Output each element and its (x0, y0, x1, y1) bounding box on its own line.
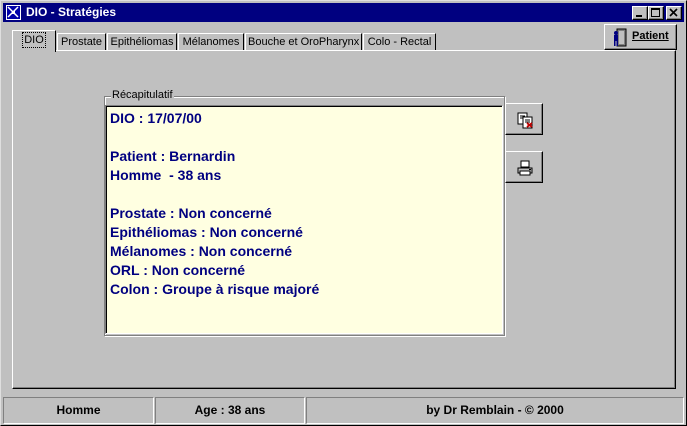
tab-label: Bouche et OroPharynx (248, 36, 360, 48)
summary-line: Mélanomes : Non concerné (110, 243, 293, 259)
summary-line: ORL : Non concerné (110, 262, 246, 278)
summary-line: Patient : Bernardin (110, 148, 236, 164)
tab-label: Colo - Rectal (367, 36, 432, 48)
summary-line: Epithéliomas : Non concerné (110, 224, 303, 240)
patient-button-label: Patient (632, 30, 669, 42)
patient-button[interactable]: Patient (604, 24, 677, 50)
summary-line: Colon : Groupe à risque majoré (110, 281, 320, 297)
title-bar[interactable]: DIO - Stratégies (3, 3, 684, 22)
patient-door-icon (614, 28, 627, 47)
summary-memo[interactable]: DIO : 17/07/00 Patient : Bernardin Homme… (105, 105, 503, 334)
print-button[interactable] (505, 151, 543, 183)
close-icon (669, 8, 678, 17)
main-window: DIO - Stratégies DIO Prostate Epithéliom… (0, 0, 687, 426)
status-sex: Homme (3, 397, 154, 424)
tab-label: Prostate (61, 36, 102, 48)
copy-button[interactable] (505, 103, 543, 135)
summary-line: Homme - 38 ans (110, 167, 222, 183)
maximize-button[interactable] (648, 6, 664, 20)
status-credit: by Dr Remblain - © 2000 (306, 397, 684, 424)
summary-line: DIO : 17/07/00 (110, 110, 202, 126)
minimize-button[interactable] (632, 6, 648, 20)
summary-group-label: Récapitulatif (111, 89, 174, 102)
summary-line (110, 128, 498, 147)
printer-icon (517, 160, 533, 176)
app-icon (6, 5, 21, 20)
summary-line (110, 185, 498, 204)
summary-line: Prostate : Non concerné (110, 205, 272, 221)
status-age: Age : 38 ans (155, 397, 305, 424)
tab-label: DIO (22, 32, 46, 48)
tab-label: Mélanomes (182, 36, 240, 48)
copy-document-icon (517, 112, 533, 129)
close-button[interactable] (666, 6, 682, 20)
minimize-icon (636, 15, 642, 17)
tab-label: Epithéliomas (110, 36, 174, 48)
window-title: DIO - Stratégies (26, 5, 117, 19)
maximize-icon (651, 8, 660, 17)
tab-dio[interactable]: DIO (12, 30, 56, 52)
